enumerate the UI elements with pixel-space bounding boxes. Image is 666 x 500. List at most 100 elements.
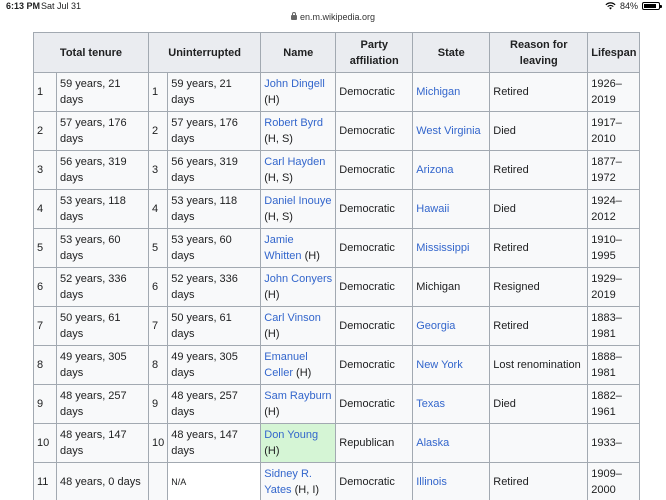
chamber-text: (H, S) bbox=[264, 133, 293, 145]
rank-cell: 7 bbox=[33, 306, 57, 346]
uninterrupted-cell: 48 years, 257 days bbox=[167, 384, 262, 424]
person-link[interactable]: Sam Rayburn bbox=[264, 390, 331, 402]
total-tenure-cell: 56 years, 319 days bbox=[56, 150, 149, 190]
name-cell: Don Young (H) bbox=[260, 423, 337, 463]
header-reason[interactable]: Reason for leaving bbox=[489, 32, 589, 73]
tenure-table-container: Total tenure Uninterrupted Name Party af… bbox=[33, 32, 641, 500]
chamber-text: (H, S) bbox=[264, 172, 293, 184]
wifi-icon bbox=[605, 2, 616, 10]
total-tenure-cell: 57 years, 176 days bbox=[56, 111, 149, 151]
state-cell: Mississippi bbox=[412, 228, 491, 268]
state-link[interactable]: New York bbox=[416, 359, 462, 371]
name-cell: Carl Vinson (H) bbox=[260, 306, 337, 346]
uninterrupted-rank-cell: 3 bbox=[147, 150, 169, 190]
state-cell: Texas bbox=[412, 384, 491, 424]
address-bar[interactable]: en.m.wikipedia.org bbox=[0, 12, 666, 25]
header-name[interactable]: Name bbox=[260, 32, 337, 73]
lifespan-cell: 1910–1995 bbox=[587, 228, 641, 268]
state-link[interactable]: Texas bbox=[416, 398, 445, 410]
state-cell: New York bbox=[412, 345, 491, 385]
rank-cell: 11 bbox=[33, 462, 57, 500]
lifespan-cell: 1929–2019 bbox=[587, 267, 641, 307]
lifespan-cell: 1909–2000 bbox=[587, 462, 641, 500]
battery-icon bbox=[642, 2, 662, 10]
uninterrupted-cell: 53 years, 118 days bbox=[167, 189, 262, 229]
reason-cell: Died bbox=[489, 189, 589, 229]
chamber-text: (H) bbox=[264, 445, 280, 457]
header-state[interactable]: State bbox=[412, 32, 491, 73]
party-cell: Democratic bbox=[335, 150, 414, 190]
uninterrupted-rank-cell: 9 bbox=[147, 384, 169, 424]
header-lifespan[interactable]: Lifespan bbox=[587, 32, 641, 73]
uninterrupted-rank-cell: 5 bbox=[147, 228, 169, 268]
party-cell: Democratic bbox=[335, 189, 414, 229]
table-row: 2 57 years, 176 days 2 57 years, 176 days Ro… bbox=[33, 111, 641, 151]
table-row: 6 52 years, 336 days 6 52 years, 336 days Jo… bbox=[33, 267, 641, 307]
uninterrupted-cell: 59 years, 21 days bbox=[167, 72, 262, 112]
party-cell: Democratic bbox=[335, 72, 414, 112]
reason-cell: Retired bbox=[489, 228, 589, 268]
chamber-text: (H) bbox=[304, 250, 320, 262]
reason-cell: Lost renomination bbox=[489, 345, 589, 385]
name-cell: Emanuel Celler (H) bbox=[260, 345, 337, 385]
reason-cell: Retired bbox=[489, 306, 589, 346]
party-cell: Democratic bbox=[335, 306, 414, 346]
chamber-text: (H, S) bbox=[264, 211, 293, 223]
table-row: 5 53 years, 60 days 5 53 years, 60 days Jami… bbox=[33, 228, 641, 268]
reason-cell: Died bbox=[489, 384, 589, 424]
person-link[interactable]: John Conyers bbox=[264, 273, 332, 285]
state-link[interactable]: Georgia bbox=[416, 320, 455, 332]
person-link[interactable]: Don Young bbox=[264, 429, 318, 441]
state-link[interactable]: Alaska bbox=[416, 437, 449, 449]
state-link[interactable]: West Virginia bbox=[416, 125, 480, 137]
total-tenure-cell: 52 years, 336 days bbox=[56, 267, 149, 307]
person-link[interactable]: Jamie Whitten bbox=[264, 234, 301, 262]
uninterrupted-cell: 52 years, 336 days bbox=[167, 267, 262, 307]
chamber-text: (H) bbox=[264, 328, 280, 340]
state-cell: Georgia bbox=[412, 306, 491, 346]
uninterrupted-cell: 49 years, 305 days bbox=[167, 345, 262, 385]
header-party[interactable]: Party affiliation bbox=[335, 32, 414, 73]
party-cell: Republican bbox=[335, 423, 414, 463]
person-link[interactable]: Carl Hayden bbox=[264, 156, 325, 168]
uninterrupted-cell: 53 years, 60 days bbox=[167, 228, 262, 268]
total-tenure-cell: 53 years, 60 days bbox=[56, 228, 149, 268]
header-uninterrupted[interactable]: Uninterrupted bbox=[147, 32, 262, 73]
person-link[interactable]: Carl Vinson bbox=[264, 312, 321, 324]
state-link[interactable]: Michigan bbox=[416, 86, 460, 98]
name-cell: Sidney R. Yates (H, I) bbox=[260, 462, 337, 500]
state-link[interactable]: Mississippi bbox=[416, 242, 469, 254]
rank-cell: 8 bbox=[33, 345, 57, 385]
uninterrupted-rank-cell: 7 bbox=[147, 306, 169, 346]
party-cell: Democratic bbox=[335, 267, 414, 307]
state-link[interactable]: Hawaii bbox=[416, 203, 449, 215]
total-tenure-cell: 49 years, 305 days bbox=[56, 345, 149, 385]
party-cell: Democratic bbox=[335, 345, 414, 385]
table-row: 3 56 years, 319 days 3 56 years, 319 days Ca… bbox=[33, 150, 641, 190]
total-tenure-cell: 50 years, 61 days bbox=[56, 306, 149, 346]
lifespan-cell: 1882–1961 bbox=[587, 384, 641, 424]
table-row: 1 59 years, 21 days 1 59 years, 21 days John… bbox=[33, 72, 641, 112]
header-total-tenure[interactable]: Total tenure bbox=[33, 32, 149, 73]
party-cell: Democratic bbox=[335, 384, 414, 424]
total-tenure-cell: 53 years, 118 days bbox=[56, 189, 149, 229]
person-link[interactable]: John Dingell bbox=[264, 78, 325, 90]
battery-percent: 84% bbox=[619, 1, 638, 11]
person-link[interactable]: Daniel Inouye bbox=[264, 195, 331, 207]
party-cell: Democratic bbox=[335, 228, 414, 268]
lifespan-cell: 1933– bbox=[587, 423, 641, 463]
total-tenure-cell: 48 years, 257 days bbox=[56, 384, 149, 424]
uninterrupted-rank-cell: 4 bbox=[147, 189, 169, 229]
state-link[interactable]: Illinois bbox=[416, 476, 447, 488]
person-link[interactable]: Robert Byrd bbox=[264, 117, 323, 129]
table-row: 4 53 years, 118 days 4 53 years, 118 days Da… bbox=[33, 189, 641, 229]
reason-cell: Retired bbox=[489, 150, 589, 190]
rank-cell: 9 bbox=[33, 384, 57, 424]
rank-cell: 1 bbox=[33, 72, 57, 112]
lock-icon bbox=[290, 12, 297, 20]
party-cell: Democratic bbox=[335, 462, 414, 500]
lifespan-cell: 1877–1972 bbox=[587, 150, 641, 190]
status-date: Sat Jul 31 bbox=[41, 1, 82, 11]
table-row: 10 48 years, 147 days 10 48 years, 147 days… bbox=[33, 423, 641, 463]
state-link[interactable]: Arizona bbox=[416, 164, 453, 176]
